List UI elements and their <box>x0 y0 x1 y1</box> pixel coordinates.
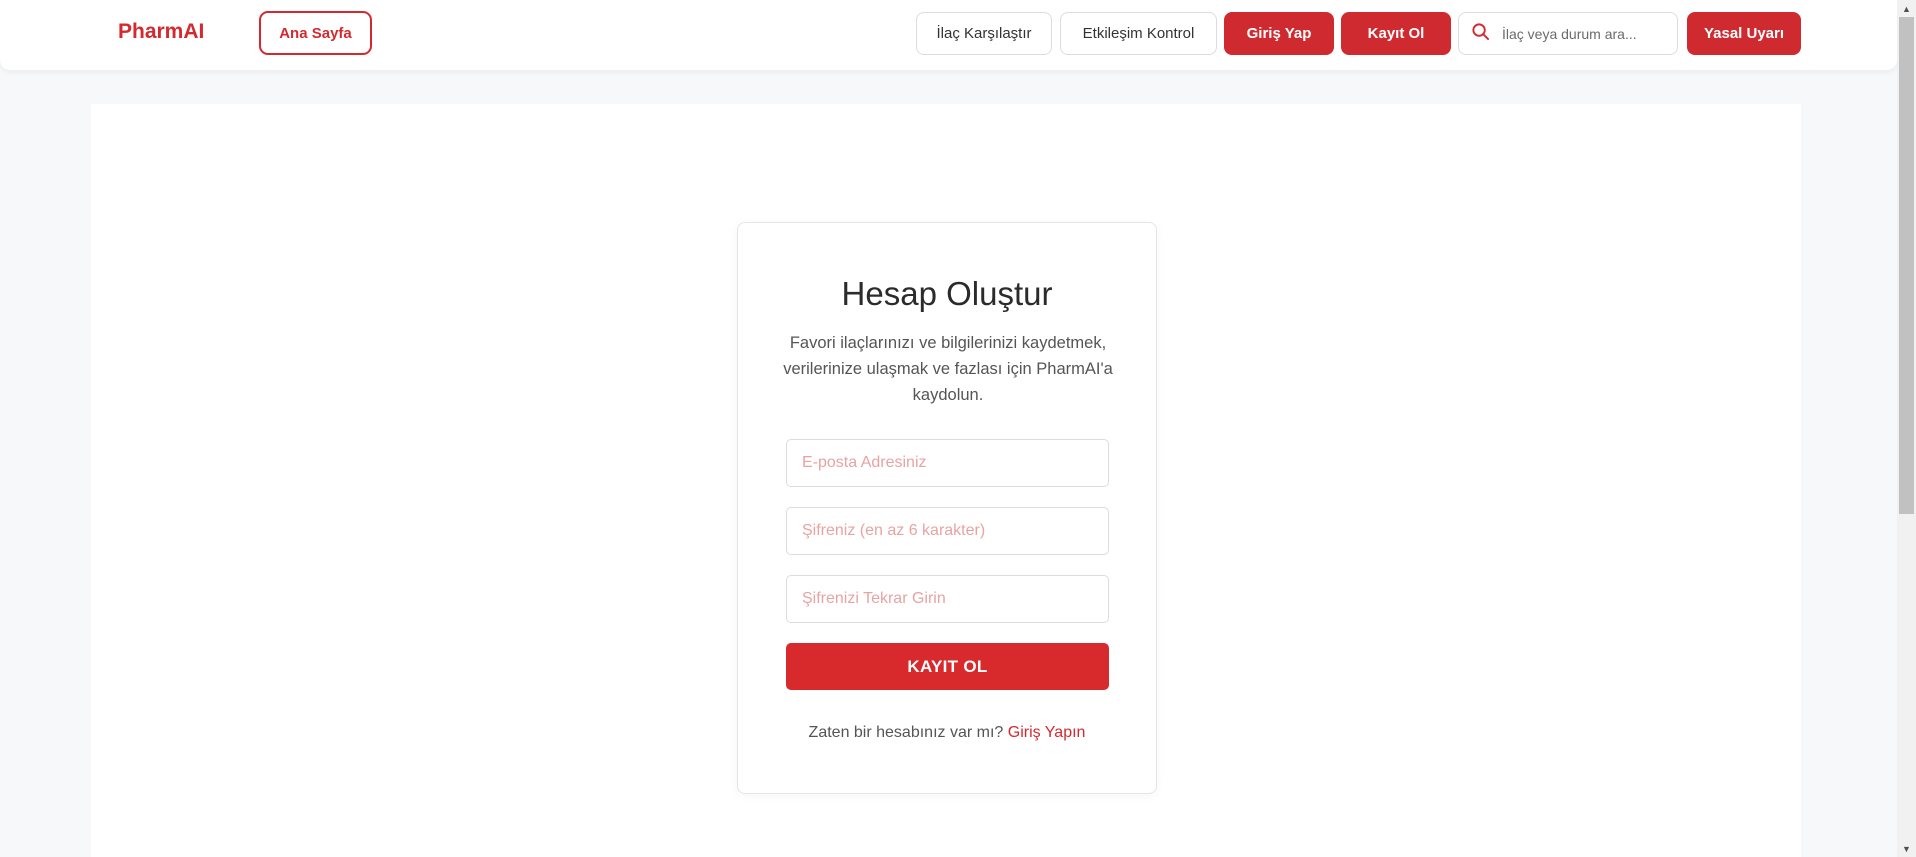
page: PharmAI Ana Sayfa İlaç Karşılaştır Etkil… <box>0 0 1916 857</box>
legal-disclaimer-button[interactable]: Yasal Uyarı <box>1687 12 1801 55</box>
login-button[interactable]: Giriş Yap <box>1224 12 1334 55</box>
signup-title: Hesap Oluştur <box>841 275 1053 312</box>
drug-compare-button[interactable]: İlaç Karşılaştır <box>916 12 1052 55</box>
email-field[interactable] <box>786 439 1109 487</box>
have-account-text: Zaten bir hesabınız var mı? <box>808 724 1004 741</box>
register-button[interactable]: Kayıt Ol <box>1341 12 1451 55</box>
signup-submit-button[interactable]: KAYIT OL <box>786 643 1109 690</box>
search-icon <box>1471 22 1490 46</box>
scrollbar-thumb[interactable] <box>1899 17 1914 514</box>
top-navbar: PharmAI Ana Sayfa İlaç Karşılaştır Etkil… <box>0 0 1897 70</box>
password-field[interactable] <box>786 507 1109 555</box>
signup-card: Hesap Oluştur Favori ilaçlarınızı ve bil… <box>737 222 1157 794</box>
home-button[interactable]: Ana Sayfa <box>259 11 372 55</box>
brand-logo[interactable]: PharmAI <box>118 20 204 44</box>
login-link[interactable]: Giriş Yapın <box>1008 724 1086 741</box>
password-confirm-field[interactable] <box>786 575 1109 623</box>
scroll-down-arrow-icon[interactable]: ▼ <box>1897 840 1916 857</box>
scroll-up-arrow-icon[interactable]: ▲ <box>1897 0 1916 17</box>
interaction-check-button[interactable]: Etkileşim Kontrol <box>1060 12 1217 55</box>
vertical-scrollbar[interactable]: ▲ ▼ <box>1897 0 1916 857</box>
search-input[interactable] <box>1502 25 1667 42</box>
signup-description: Favori ilaçlarınızı ve bilgilerinizi kay… <box>783 334 1113 404</box>
login-prompt: Zaten bir hesabınız var mı? Giriş Yapın <box>738 724 1156 742</box>
search-box[interactable] <box>1458 12 1678 55</box>
